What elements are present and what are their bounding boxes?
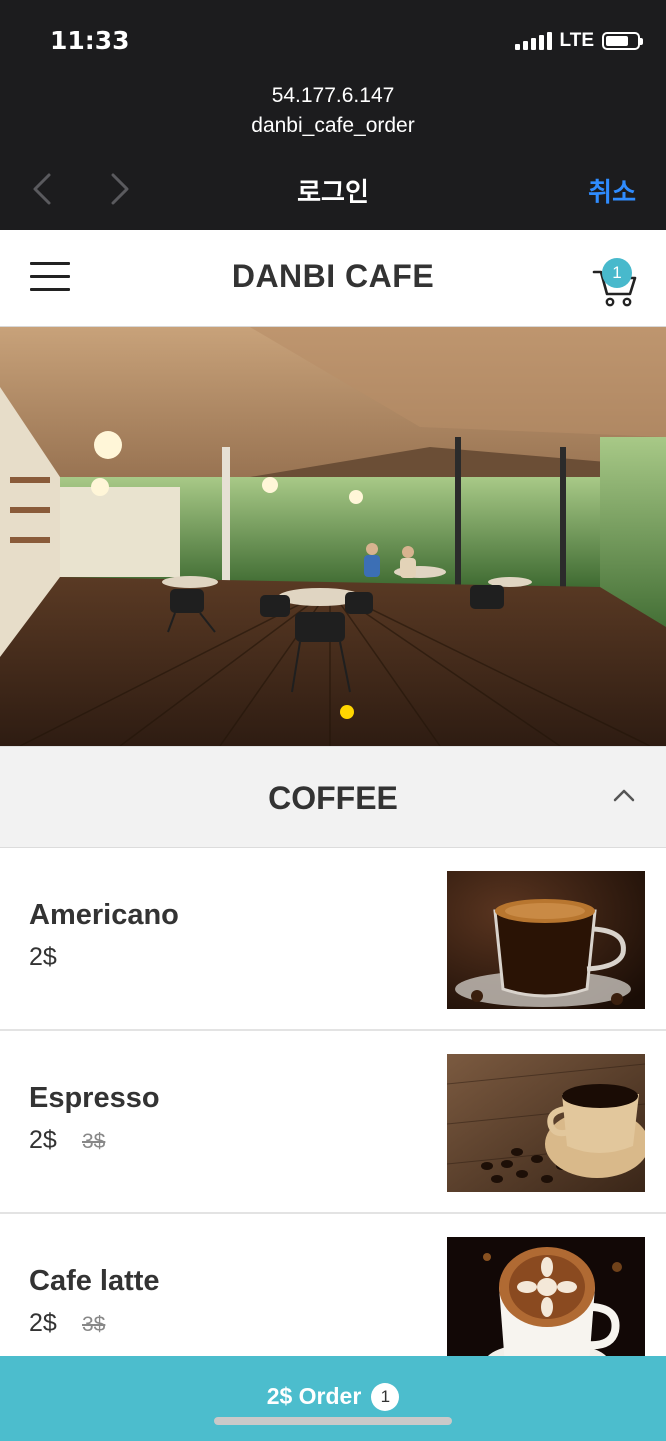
item-price: 2$ — [29, 1126, 57, 1154]
url-path: danbi_cafe_order — [251, 114, 415, 137]
item-price: 2$ — [29, 943, 57, 971]
cart-count-badge: 1 — [602, 258, 632, 288]
chevron-up-icon[interactable] — [612, 787, 636, 803]
cafe-interior-image — [0, 327, 666, 746]
app-header: DANBI CAFE 1 — [0, 230, 666, 327]
home-indicator[interactable] — [214, 1417, 452, 1425]
category-title: COFFEE — [268, 780, 398, 816]
order-button[interactable]: 2$ Order 1 — [0, 1356, 666, 1441]
cancel-button[interactable]: 취소 — [588, 172, 636, 209]
order-label-wrap: 2$ Order 1 — [0, 1382, 666, 1411]
browser-chrome: 11:33 LTE 54.177.6.147 danbi_cafe_order … — [0, 0, 666, 230]
page-title: 로그인 — [297, 178, 369, 208]
order-count-badge: 1 — [371, 1382, 400, 1411]
hero-carousel[interactable] — [0, 327, 666, 746]
menu-item-espresso[interactable]: Espresso 2$ 3$ — [0, 1032, 666, 1214]
order-label: 2$ Order — [266, 1383, 362, 1410]
item-name: Espresso — [29, 1082, 160, 1114]
item-name: Cafe latte — [29, 1265, 160, 1297]
carousel-dot-active[interactable] — [340, 705, 354, 719]
battery-icon — [602, 32, 643, 50]
menu-item-americano[interactable]: Americano 2$ — [0, 849, 666, 1031]
status-indicators: LTE — [514, 30, 643, 52]
espresso-image — [447, 1054, 645, 1192]
network-label: LTE — [559, 30, 594, 51]
category-header[interactable]: COFFEE — [0, 746, 666, 848]
item-price: 2$ — [29, 1309, 57, 1337]
americano-image — [447, 871, 645, 1009]
signal-icon — [514, 32, 552, 50]
item-original-price: 3$ — [82, 1130, 106, 1153]
item-original-price: 3$ — [82, 1313, 106, 1336]
item-name: Americano — [29, 899, 179, 931]
cafe-latte-image — [447, 1237, 645, 1375]
status-time: 11:33 — [50, 26, 130, 55]
brand-title: DANBI CAFE — [231, 258, 435, 294]
url-host: 54.177.6.147 — [271, 84, 395, 107]
